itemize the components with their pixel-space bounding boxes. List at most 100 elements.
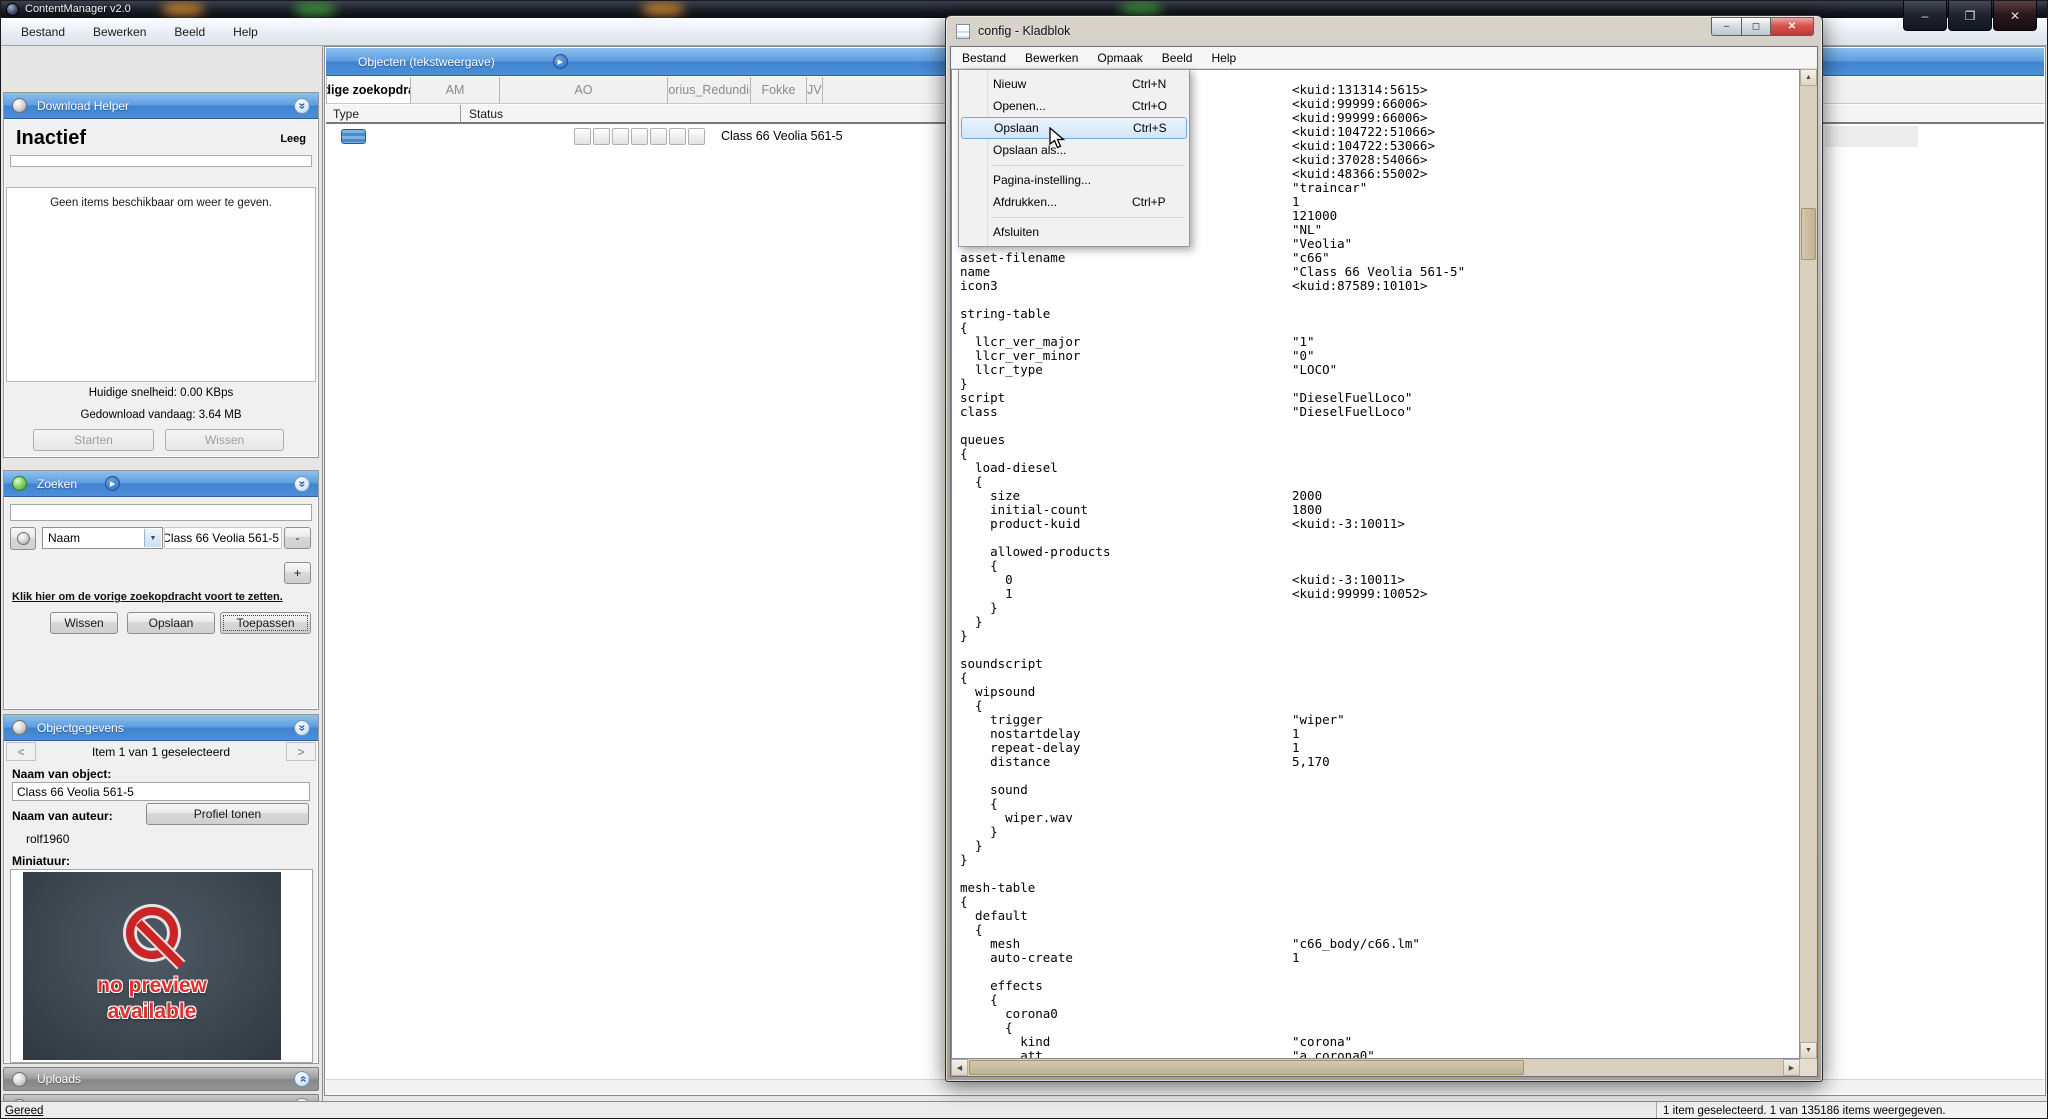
lock-icon (688, 128, 705, 145)
config-line: trigger"wiper" (952, 712, 1799, 726)
tab-label: AO (574, 83, 592, 97)
query-field[interactable]: Class 66 Veolia 561-5 (164, 527, 282, 549)
notepad-menu-item[interactable]: Opmaak (1088, 49, 1151, 67)
file-menu-item[interactable] (961, 213, 1187, 221)
notepad-menu-item[interactable]: Help (1202, 49, 1245, 67)
chevron-double-down-icon: » (296, 725, 308, 732)
object-tab[interactable]: AM (411, 77, 500, 103)
app-menu-item[interactable]: Help (221, 22, 270, 42)
horizontal-scroll-thumb[interactable] (969, 1060, 1524, 1075)
file-menu-item[interactable]: Afsluiten (961, 221, 1187, 243)
wallpaper-glow (161, 2, 205, 16)
remove-criterion-button[interactable]: - (284, 527, 311, 549)
search-input[interactable] (10, 504, 312, 521)
chevron-double-up-icon: » (296, 1076, 308, 1083)
collapse-button[interactable]: » (294, 720, 310, 736)
menu-item-label: Afsluiten (993, 225, 1039, 239)
notepad-titlebar[interactable]: config - Kladblok (946, 16, 1822, 46)
resume-search-link[interactable]: Klik hier om de vorige zoekopdracht voor… (12, 591, 283, 603)
notepad-menu-item[interactable]: Beeld (1153, 49, 1202, 67)
close-button[interactable]: ✕ (1770, 17, 1814, 36)
clear-downloads-button[interactable]: Wissen (165, 429, 284, 451)
config-line: size2000 (952, 488, 1799, 502)
object-tab[interactable]: JV (807, 77, 823, 103)
start-button[interactable]: Starten (33, 429, 154, 451)
app-menu-item[interactable]: Beeld (162, 22, 217, 42)
play-icon[interactable]: ▶ (553, 54, 568, 69)
empty-list-text: Geen items beschikbaar om weer te geven. (50, 197, 272, 209)
scroll-up-icon[interactable]: ▲ (1800, 69, 1817, 86)
file-menu-item[interactable]: Pagina-instelling... (961, 169, 1187, 191)
scroll-right-icon[interactable]: ▶ (1783, 1059, 1800, 1076)
search-panel-header[interactable]: Zoeken ▶ » (4, 471, 318, 497)
config-line: kind"corona" (952, 1034, 1799, 1048)
minimize-button[interactable]: – (1711, 17, 1742, 36)
vertical-scrollbar[interactable]: ▲ ▼ (1800, 69, 1817, 1059)
app-menu-item[interactable]: Bestand (9, 22, 77, 42)
file-menu-item[interactable] (961, 161, 1187, 169)
show-profile-button[interactable]: Profiel tonen (146, 803, 309, 825)
current-speed: Huidige snelheid: 0.00 KBps (4, 387, 318, 399)
object-name-field[interactable]: Class 66 Veolia 561-5 (12, 782, 310, 801)
config-line: } (952, 838, 1799, 852)
sphere-icon (12, 98, 27, 113)
screen: ContentManager v2.0 – ❐ ✕ BestandBewerke… (0, 0, 2048, 1119)
apply-search-button[interactable]: Toepassen (220, 612, 311, 634)
file-menu-item[interactable]: Opslaan Ctrl+S (961, 117, 1187, 139)
config-line: } (952, 852, 1799, 866)
scroll-down-icon[interactable]: ▼ (1800, 1042, 1817, 1059)
column-header[interactable]: Type (326, 105, 461, 122)
config-line: { (952, 320, 1799, 334)
menu-item-label: Pagina-instelling... (993, 173, 1091, 187)
box-icon (669, 128, 686, 145)
file-menu-item[interactable]: Openen... Ctrl+O (961, 95, 1187, 117)
next-item-button[interactable]: > (286, 742, 316, 761)
search-criteria-button[interactable] (10, 527, 36, 550)
restore-button[interactable]: ❐ (1948, 1, 1992, 31)
config-line: 1<kuid:99999:10052> (952, 586, 1799, 600)
save-search-button[interactable]: Opslaan (127, 612, 215, 634)
object-details-header[interactable]: Objectgegevens » (4, 715, 318, 741)
field-selector[interactable]: Naam ▼ (42, 527, 163, 549)
menu-item-label: Openen... (993, 99, 1046, 113)
author-label: Naam van auteur: (12, 809, 113, 823)
config-line: script"DieselFuelLoco" (952, 390, 1799, 404)
menu-item-shortcut: Ctrl+O (1132, 99, 1167, 113)
collapsed-panel-header[interactable]: Uploads » (3, 1067, 319, 1091)
collapse-button[interactable]: » (294, 98, 310, 114)
sidebar: Download Helper » Inactief Leeg Geen ite… (1, 46, 323, 1101)
object-tab[interactable]: Dinorius_Redundicus (668, 77, 751, 103)
app-menu-item[interactable]: Bewerken (81, 22, 158, 42)
triangle-icon (612, 128, 629, 145)
download-list[interactable]: Geen items beschikbaar om weer te geven. (6, 187, 316, 382)
play-icon[interactable]: ▶ (105, 476, 120, 491)
file-menu-item[interactable]: Nieuw Ctrl+N (961, 73, 1187, 95)
expand-button[interactable]: » (294, 1071, 310, 1087)
object-tab[interactable]: AO (500, 77, 668, 103)
column-label: Type (333, 107, 359, 121)
chevron-down-icon[interactable]: ▼ (144, 529, 161, 547)
tab-label: Fokke (761, 83, 795, 97)
clear-search-button[interactable]: Wissen (50, 612, 118, 634)
scroll-left-icon[interactable]: ◀ (951, 1059, 968, 1076)
mouse-cursor (1049, 127, 1069, 149)
file-menu-item[interactable]: Afdrukken... Ctrl+P (961, 191, 1187, 213)
wallpaper-glow (641, 2, 685, 16)
downloaded-today: Gedownload vandaag: 3.64 MB (4, 409, 318, 421)
close-button[interactable]: ✕ (1993, 1, 2037, 31)
notepad-menu-item[interactable]: Bestand (953, 49, 1015, 67)
object-details-panel: Objectgegevens » < Item 1 van 1 geselect… (3, 714, 319, 1064)
add-criterion-button[interactable]: + (284, 562, 311, 584)
object-tab[interactable]: Fokke (751, 77, 807, 103)
collapse-button[interactable]: » (294, 476, 310, 492)
panel-title: Uploads (37, 1072, 81, 1086)
horizontal-scrollbar[interactable]: ◀ ▶ (951, 1059, 1800, 1076)
download-helper-header[interactable]: Download Helper » (4, 93, 318, 119)
vertical-scroll-thumb[interactable] (1801, 208, 1816, 260)
file-menu-item[interactable]: Opslaan als... (961, 139, 1187, 161)
minimize-button[interactable]: – (1903, 1, 1947, 31)
maximize-button[interactable]: ◻ (1741, 17, 1771, 36)
object-tab[interactable]: Huidige zoekopdracht (326, 77, 411, 103)
notepad-menu-item[interactable]: Bewerken (1016, 49, 1087, 67)
search-panel: Zoeken ▶ » Naam ▼ Class 66 Veolia 561-5 … (3, 470, 319, 710)
